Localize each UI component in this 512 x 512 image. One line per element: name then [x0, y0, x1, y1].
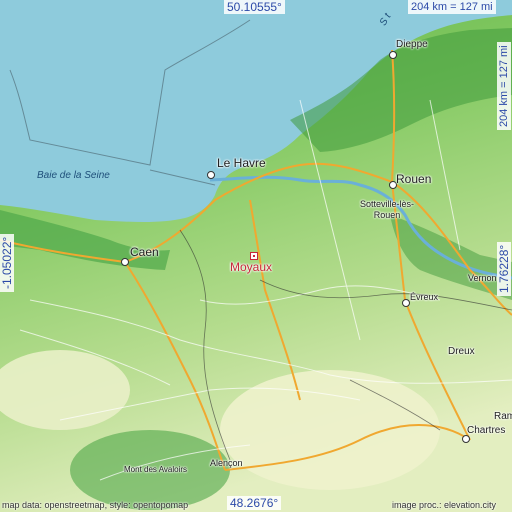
- city-label-dreux: Dreux: [448, 346, 475, 357]
- credit-right: image proc.: elevation.city: [392, 500, 497, 510]
- peak-label-mont-avaloirs: Mont des Avaloirs: [124, 465, 187, 474]
- city-label-chartres: Chartres: [467, 425, 506, 436]
- city-marker: [207, 171, 215, 179]
- city-marker: [121, 258, 129, 266]
- scale-horizontal: 204 km = 127 mi: [408, 0, 496, 14]
- city-label-evreux: Évreux: [410, 292, 439, 302]
- coord-bottom: 48.2676°: [227, 496, 282, 510]
- city-label-ram: Ram: [494, 411, 512, 422]
- place-label[interactable]: Moyaux: [230, 261, 272, 273]
- city-marker: [389, 51, 397, 59]
- coord-top: 50.10555°: [224, 0, 285, 14]
- map-canvas[interactable]: 50.10555° 204 km = 127 mi 48.2676° -1.05…: [0, 0, 512, 512]
- city-label-le-havre: Le Havre: [217, 156, 266, 170]
- city-label-vernon: Vernon: [468, 273, 497, 283]
- coord-right: 1.76228°: [497, 241, 511, 296]
- credit-left: map data: openstreetmap, style: opentopo…: [2, 500, 189, 510]
- city-label-sotteville: Sotteville-lès- Rouen: [360, 199, 415, 220]
- city-marker: [402, 299, 410, 307]
- city-label-dieppe: Dieppe: [396, 39, 428, 50]
- city-label-alencon: Alençon: [210, 458, 243, 468]
- coord-left: -1.05022°: [0, 233, 14, 292]
- location-marker[interactable]: [250, 252, 258, 260]
- scale-vertical: 204 km = 127 mi: [497, 42, 511, 130]
- water-label: Baie de la Seine: [37, 170, 110, 181]
- city-label-caen: Caen: [130, 245, 159, 259]
- city-label-rouen: Rouen: [396, 172, 432, 186]
